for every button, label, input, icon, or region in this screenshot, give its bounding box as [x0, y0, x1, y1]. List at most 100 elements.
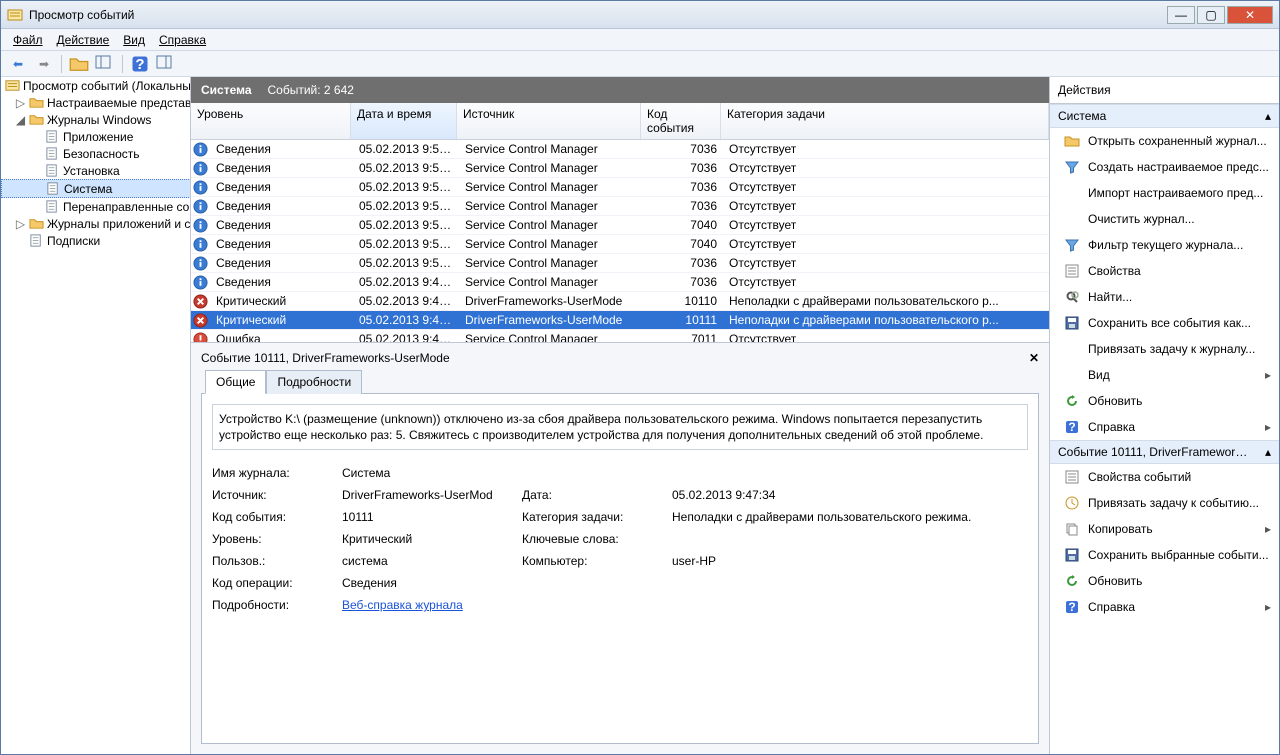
filter-icon	[1064, 159, 1080, 175]
tree-log-security[interactable]: Безопасность	[1, 145, 191, 162]
collapse-icon: ▴	[1265, 445, 1271, 459]
tree-windows-logs[interactable]: ◢Журналы Windows	[1, 111, 191, 128]
event-description: Устройство K:\ (размещение (unknown)) от…	[212, 404, 1028, 450]
copy-icon	[1064, 521, 1080, 537]
menu-view[interactable]: Вид	[117, 31, 151, 49]
level-icon	[193, 237, 208, 252]
action-item[interactable]: Привязать задачу к событию...	[1050, 490, 1279, 516]
level-icon	[193, 199, 208, 214]
detail-title: Событие 10111, DriverFrameworks-UserMode	[201, 351, 450, 365]
back-button[interactable]: ⬅	[7, 53, 29, 75]
event-grid[interactable]: Уровень Дата и время Источник Код событи…	[191, 103, 1049, 342]
blank-icon	[1064, 341, 1080, 357]
action-item[interactable]: Обновить	[1050, 388, 1279, 414]
tree-log-system[interactable]: Система	[1, 179, 191, 198]
tree-log-setup[interactable]: Установка	[1, 162, 191, 179]
blank-icon	[1064, 367, 1080, 383]
action-item[interactable]: Свойства событий	[1050, 464, 1279, 490]
close-button[interactable]: ✕	[1227, 6, 1273, 24]
toolbar: ⬅ ➡	[1, 51, 1279, 77]
task-icon	[1064, 495, 1080, 511]
tree-app-logs[interactable]: ▷Журналы приложений и служб	[1, 215, 191, 232]
action-item[interactable]: Вид▸	[1050, 362, 1279, 388]
tab-details[interactable]: Подробности	[266, 370, 362, 394]
submenu-arrow-icon: ▸	[1265, 420, 1271, 434]
content-header: Система Событий: 2 642	[191, 77, 1049, 103]
actions-section-event[interactable]: Событие 10111, DriverFrameworks-...▴	[1050, 440, 1279, 464]
action-item[interactable]: Справка▸	[1050, 414, 1279, 440]
tree-subscriptions[interactable]: Подписки	[1, 232, 191, 249]
find-icon	[1064, 289, 1080, 305]
menu-help[interactable]: Справка	[153, 31, 212, 49]
show-tree-button[interactable]	[68, 53, 90, 75]
collapse-icon: ▴	[1265, 109, 1271, 123]
props-icon	[1064, 263, 1080, 279]
menu-action[interactable]: Действие	[51, 31, 116, 49]
action-item[interactable]: Импорт настраиваемого пред...	[1050, 180, 1279, 206]
tree-log-forwarded[interactable]: Перенаправленные события	[1, 198, 191, 215]
table-row[interactable]: Сведения05.02.2013 9:53:27Service Contro…	[191, 197, 1049, 216]
col-source[interactable]: Источник	[457, 103, 641, 139]
grid-header[interactable]: Уровень Дата и время Источник Код событи…	[191, 103, 1049, 140]
folder-icon	[1064, 133, 1080, 149]
action-item[interactable]: Привязать задачу к журналу...	[1050, 336, 1279, 362]
content-title: Система	[201, 83, 252, 97]
actions-title: Действия	[1050, 77, 1279, 104]
action-item[interactable]: Свойства	[1050, 258, 1279, 284]
level-icon	[193, 180, 208, 195]
actions-pane: Действия Система▴ Открыть сохраненный жу…	[1049, 77, 1279, 754]
table-row[interactable]: Ошибка05.02.2013 9:47:34Service Control …	[191, 330, 1049, 342]
table-row[interactable]: Сведения05.02.2013 9:47:46Service Contro…	[191, 273, 1049, 292]
panes-button[interactable]	[94, 53, 116, 75]
tree-pane[interactable]: Просмотр событий (Локальный) ▷Настраивае…	[1, 77, 191, 754]
save-icon	[1064, 547, 1080, 563]
action-item[interactable]: Сохранить все события как...	[1050, 310, 1279, 336]
layout-button[interactable]	[155, 53, 177, 75]
action-item[interactable]: Справка▸	[1050, 594, 1279, 620]
table-row[interactable]: Критический05.02.2013 9:47:34DriverFrame…	[191, 311, 1049, 330]
action-item[interactable]: Копировать▸	[1050, 516, 1279, 542]
props-icon	[1064, 469, 1080, 485]
tree-log-application[interactable]: Приложение	[1, 128, 191, 145]
maximize-button[interactable]: ▢	[1197, 6, 1225, 24]
table-row[interactable]: Сведения05.02.2013 9:55:01Service Contro…	[191, 140, 1049, 159]
col-code[interactable]: Код события	[641, 103, 721, 139]
tab-general[interactable]: Общие	[205, 370, 266, 394]
table-row[interactable]: Сведения05.02.2013 9:53:38Service Contro…	[191, 178, 1049, 197]
menu-file[interactable]: Файл	[7, 31, 49, 49]
menubar: Файл Действие Вид Справка	[1, 29, 1279, 51]
blank-icon	[1064, 185, 1080, 201]
tree-custom-views[interactable]: ▷Настраиваемые представления	[1, 94, 191, 111]
level-icon	[193, 332, 208, 343]
detail-close-button[interactable]: ✕	[1029, 351, 1039, 365]
save-icon	[1064, 315, 1080, 331]
col-date[interactable]: Дата и время	[351, 103, 457, 139]
help-button[interactable]	[129, 53, 151, 75]
tree-root[interactable]: Просмотр событий (Локальный)	[1, 77, 191, 94]
forward-button[interactable]: ➡	[33, 53, 55, 75]
help-icon	[1064, 419, 1080, 435]
event-count: Событий: 2 642	[268, 83, 354, 97]
help-icon	[1064, 599, 1080, 615]
table-row[interactable]: Сведения05.02.2013 9:53:25Service Contro…	[191, 235, 1049, 254]
level-icon	[193, 313, 208, 328]
level-icon	[193, 142, 208, 157]
col-category[interactable]: Категория задачи	[721, 103, 1049, 139]
web-help-link[interactable]: Веб-справка журнала	[342, 598, 463, 612]
minimize-button[interactable]: —	[1167, 6, 1195, 24]
action-item[interactable]: Очистить журнал...	[1050, 206, 1279, 232]
action-item[interactable]: Фильтр текущего журнала...	[1050, 232, 1279, 258]
refresh-icon	[1064, 573, 1080, 589]
table-row[interactable]: Критический05.02.2013 9:47:34DriverFrame…	[191, 292, 1049, 311]
action-item[interactable]: Найти...	[1050, 284, 1279, 310]
action-item[interactable]: Сохранить выбранные событи...	[1050, 542, 1279, 568]
table-row[interactable]: Сведения05.02.2013 9:55:00Service Contro…	[191, 159, 1049, 178]
table-row[interactable]: Сведения05.02.2013 9:53:27Service Contro…	[191, 216, 1049, 235]
action-item[interactable]: Создать настраиваемое предс...	[1050, 154, 1279, 180]
level-icon	[193, 161, 208, 176]
col-level[interactable]: Уровень	[191, 103, 351, 139]
actions-section-system[interactable]: Система▴	[1050, 104, 1279, 128]
action-item[interactable]: Обновить	[1050, 568, 1279, 594]
action-item[interactable]: Открыть сохраненный журнал...	[1050, 128, 1279, 154]
table-row[interactable]: Сведения05.02.2013 9:51:34Service Contro…	[191, 254, 1049, 273]
